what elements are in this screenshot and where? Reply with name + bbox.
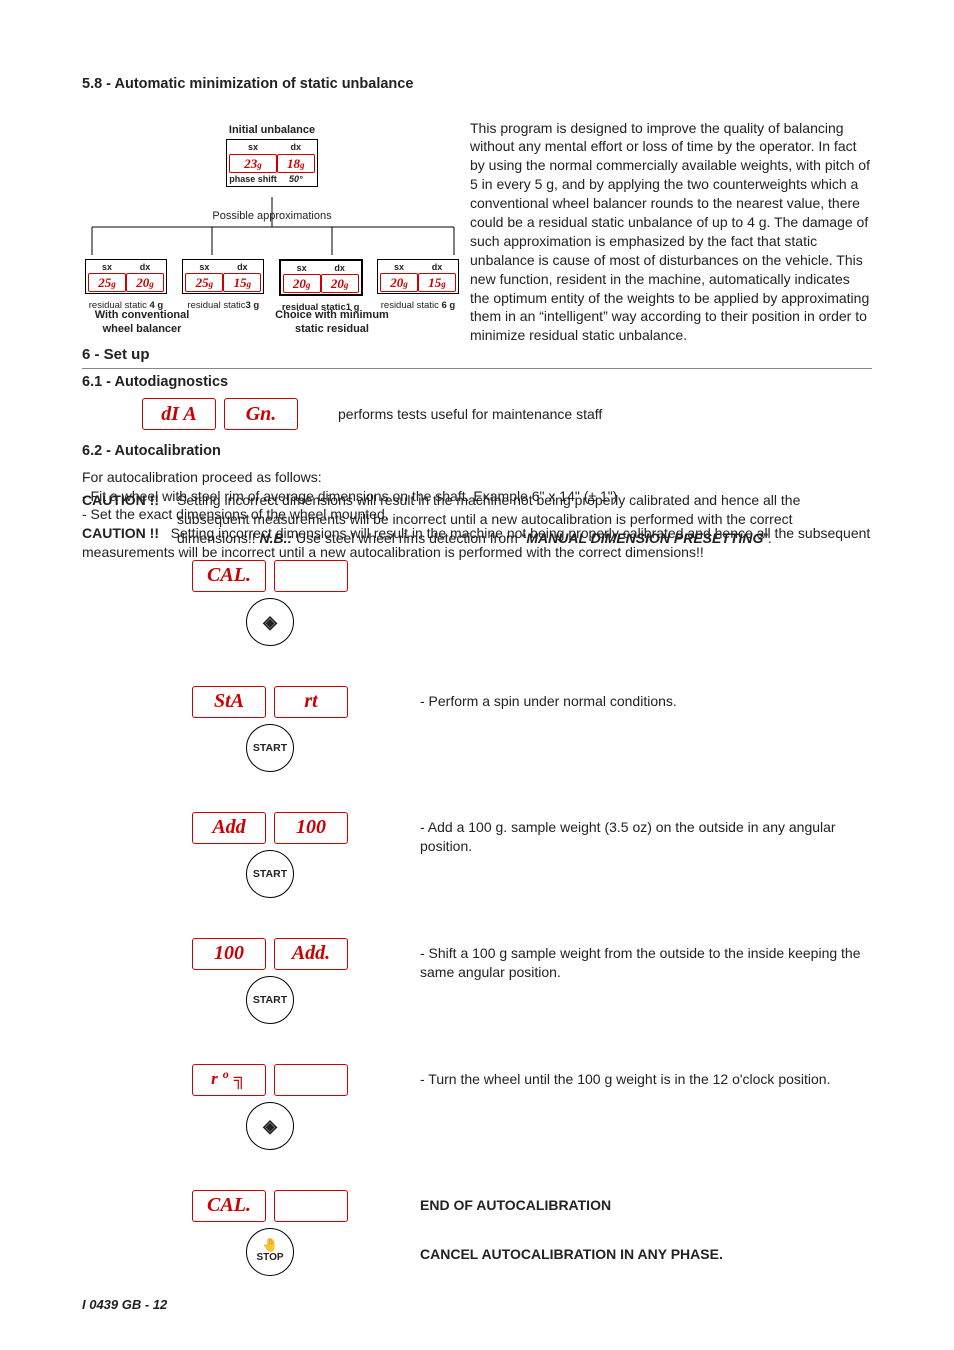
seg-left: Add [192,812,266,844]
seg-left: CAL. [192,560,266,592]
approx-block: sxdx 20g 15g residual static 6 g [374,259,462,315]
section-5-8-body: Initial unbalance sx dx 23g 18g phase sh… [82,101,872,346]
step-text: END OF AUTOCALIBRATION CANCEL AUTOCALIBR… [420,1190,872,1264]
step-text: - Shift a 100 g sample weight from the o… [420,938,872,982]
seg-right [274,1064,348,1096]
step-text: - Turn the wheel until the 100 g weight … [420,1064,872,1089]
manual-preset: MANUAL DIMENSION PRESETTING [526,530,763,546]
cal-step-1: CAL. ◈ [160,560,872,646]
phase-label: phase shift [229,173,277,185]
section-5-8-text: This program is designed to improve the … [470,101,872,346]
nb-label: N.B.: [259,530,292,546]
heading-6: 6 - Set up [82,345,872,365]
confirm-button[interactable]: ◈ [246,598,294,646]
seg-right: Gn. [224,398,298,430]
cal-step-4: 100 Add. START - Shift a 100 g sample we… [160,938,872,1024]
cal-step-5: r o ╗ ◈ - Turn the wheel until the 100 g… [160,1064,872,1150]
init-dx-val: 18g [277,154,315,174]
stop-button[interactable]: ✋ STOP [246,1228,294,1276]
step-text: - Add a 100 g. sample weight (3.5 oz) on… [420,812,872,856]
caution-block: CAUTION !! Setting incorrect dimensions … [82,491,872,548]
diamond-icon: ◈ [263,1117,277,1135]
step-text: - Perform a spin under normal conditions… [420,686,872,711]
confirm-button[interactable]: ◈ [246,1102,294,1150]
step-text [420,560,872,566]
initial-unbalance-label: Initial unbalance [82,123,462,138]
diamond-icon: ◈ [263,613,277,631]
seg-right: Add. [274,938,348,970]
page-footer: I 0439 GB - 12 [82,1296,167,1314]
start-button[interactable]: START [246,850,294,898]
approx-block: sxdx 25g 15g residual static3 g [179,259,267,315]
caption-conventional: With conventionalwheel balancer [82,308,202,338]
heading-6-2: 6.2 - Autocalibration [82,442,872,462]
seg-left: StA [192,686,266,718]
phase-val: 50° [277,173,315,185]
seg-right [274,560,348,592]
start-button[interactable]: START [246,724,294,772]
cal-step-2: StA rt START - Perform a spin under norm… [160,686,872,772]
hdr-sx: sx [229,141,277,153]
caption-minimum: Choice with minimumstatic residual [202,308,462,338]
heading-5-8: 5.8 - Automatic minimization of static u… [82,75,872,95]
hand-icon: ✋ [262,1238,278,1251]
approx-block: sxdx 25g 20g residual static 4 g [82,259,170,315]
seg-left: 100 [192,938,266,970]
section-rule [82,368,872,369]
tree-lines [82,197,462,257]
autodiag-text: performs tests useful for maintenance st… [338,405,602,424]
approx-block-min: sxdx 20g 20g residual static1 g [277,259,365,315]
seg-right [274,1190,348,1222]
hdr-dx: dx [277,141,315,153]
seg-left: CAL. [192,1190,266,1222]
autodiag-display: dI A Gn. [142,398,298,430]
heading-6-1: 6.1 - Autodiagnostics [82,373,872,393]
seg-right: rt [274,686,348,718]
seg-right: 100 [274,812,348,844]
cal-step-3: Add 100 START - Add a 100 g. sample weig… [160,812,872,898]
init-sx-val: 23g [229,154,277,174]
seg-left: r o ╗ [192,1064,266,1096]
cal-step-6: CAL. ✋ STOP END OF AUTOCALIBRATION CANCE… [160,1190,872,1276]
unbalance-diagram: Initial unbalance sx dx 23g 18g phase sh… [82,101,462,346]
start-button[interactable]: START [246,976,294,1024]
seg-left: dI A [142,398,216,430]
stop-label: STOP [256,1251,283,1265]
